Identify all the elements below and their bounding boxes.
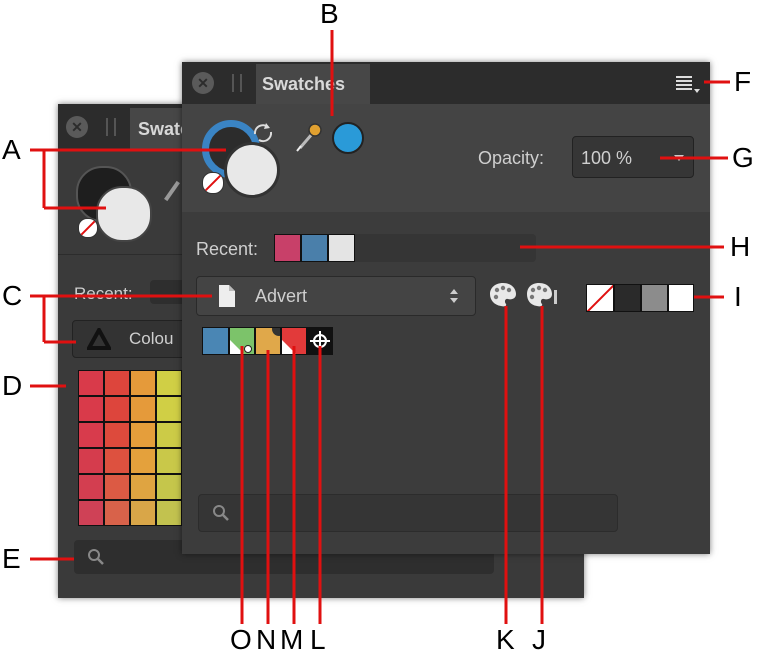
callout-lines <box>30 30 730 624</box>
callout-g: G <box>732 142 754 173</box>
callout-e: E <box>2 543 21 574</box>
callout-o: O <box>230 624 252 655</box>
callout-n: N <box>256 624 277 655</box>
callout-c: C <box>2 280 23 311</box>
callout-k: K <box>496 624 515 655</box>
callout-j: J <box>532 624 546 655</box>
callout-i: I <box>734 281 742 312</box>
callout-h: H <box>730 231 751 262</box>
callout-m: M <box>280 624 304 655</box>
callout-f: F <box>734 66 752 97</box>
callout-d: D <box>2 370 23 401</box>
callout-l: L <box>310 624 326 655</box>
callout-a: A <box>2 134 21 165</box>
callout-b: B <box>320 0 339 29</box>
